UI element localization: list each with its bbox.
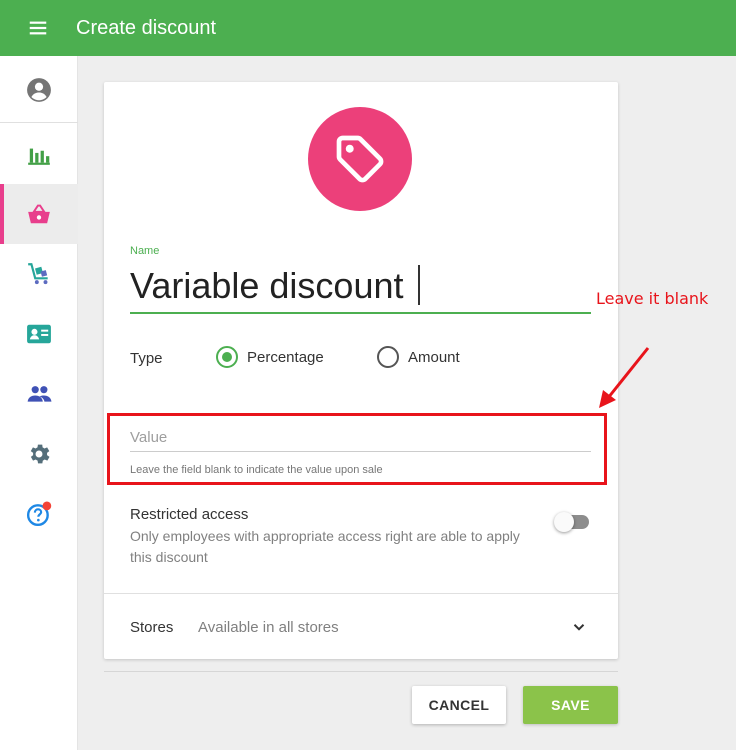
customers-card-icon bbox=[27, 324, 51, 344]
settings-icon bbox=[30, 444, 50, 464]
radio-percentage[interactable]: Percentage bbox=[216, 346, 324, 368]
sidebar-item-help[interactable] bbox=[0, 484, 78, 544]
stores-selector[interactable]: Stores Available in all stores bbox=[104, 594, 618, 659]
footer-divider bbox=[104, 671, 618, 672]
sidebar-item-inventory[interactable] bbox=[0, 244, 78, 304]
help-icon bbox=[26, 501, 52, 527]
cancel-button[interactable]: CANCEL bbox=[412, 686, 506, 724]
type-label: Type bbox=[130, 350, 163, 367]
employees-icon bbox=[27, 386, 52, 402]
discount-tag-avatar bbox=[308, 107, 412, 211]
page-title: Create discount bbox=[76, 16, 217, 39]
restricted-access-description: Only employees with appropriate access r… bbox=[130, 528, 520, 565]
name-label: Name bbox=[130, 245, 160, 257]
reports-icon bbox=[28, 148, 50, 165]
save-button[interactable]: SAVE bbox=[523, 686, 618, 724]
radio-unchecked-icon bbox=[377, 346, 399, 368]
radio-checked-icon bbox=[216, 346, 238, 368]
radio-amount[interactable]: Amount bbox=[377, 346, 460, 368]
inventory-cart-icon bbox=[28, 263, 48, 285]
stores-label: Stores bbox=[130, 619, 174, 636]
chevron-down-icon bbox=[573, 624, 585, 631]
discount-tag-icon bbox=[336, 135, 384, 183]
menu-button[interactable] bbox=[0, 0, 76, 56]
account-icon bbox=[27, 78, 51, 102]
sidebar-item-account[interactable] bbox=[0, 60, 78, 120]
sidebar-item-settings[interactable] bbox=[0, 424, 78, 484]
text-cursor bbox=[418, 265, 420, 305]
discount-form-card: Name Type Percentage Amount Leave the fi… bbox=[104, 82, 618, 659]
stores-value: Available in all stores bbox=[198, 619, 339, 636]
radio-percentage-label: Percentage bbox=[247, 348, 324, 366]
annotation-text: Leave it blank bbox=[596, 289, 709, 308]
name-input[interactable] bbox=[130, 260, 591, 314]
sidebar-item-reports[interactable] bbox=[0, 124, 78, 184]
menu-icon bbox=[29, 21, 47, 35]
app-bar: Create discount bbox=[0, 0, 736, 56]
items-basket-icon bbox=[28, 204, 50, 224]
sidebar-item-customers[interactable] bbox=[0, 304, 78, 364]
annotation-highlight-box bbox=[107, 413, 607, 485]
annotation-arrow-icon bbox=[599, 347, 650, 408]
sidebar-item-employees[interactable] bbox=[0, 364, 78, 424]
sidebar bbox=[0, 56, 78, 750]
sidebar-item-items[interactable] bbox=[0, 184, 78, 244]
toggle-knob bbox=[554, 512, 574, 532]
restricted-access-toggle[interactable] bbox=[554, 512, 590, 532]
radio-amount-label: Amount bbox=[408, 348, 460, 366]
sidebar-divider bbox=[0, 122, 78, 123]
restricted-access-title: Restricted access bbox=[130, 506, 249, 523]
